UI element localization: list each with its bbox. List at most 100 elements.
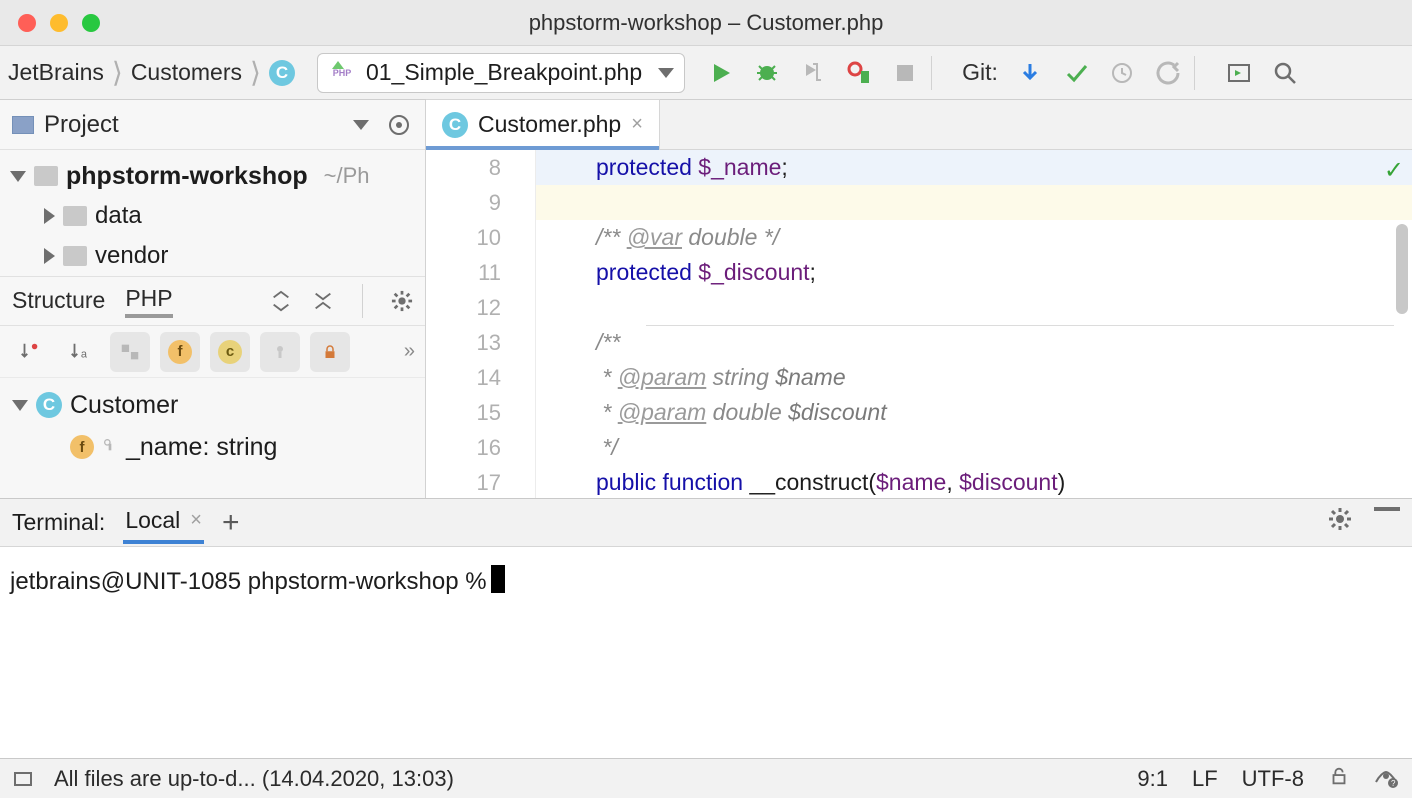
- terminal-settings-icon[interactable]: [1328, 507, 1352, 538]
- tree-row[interactable]: data: [0, 196, 425, 236]
- terminal-tab[interactable]: Local ×: [123, 501, 204, 544]
- tab-php[interactable]: PHP: [125, 285, 172, 318]
- window-controls: [0, 14, 100, 32]
- key-icon: [102, 437, 118, 458]
- editor-tab[interactable]: C Customer.php ×: [426, 99, 660, 149]
- project-tree[interactable]: phpstorm-workshop ~/Ph data vendor works…: [0, 150, 425, 276]
- rollback-button[interactable]: [1154, 59, 1182, 87]
- chevron-right-icon: ⟩: [248, 56, 263, 89]
- zoom-window-button[interactable]: [82, 14, 100, 32]
- editor-body[interactable]: 8 9 10 11 12 13 14 15 16 17 ✓ protected …: [426, 150, 1412, 498]
- project-icon: [12, 116, 34, 134]
- breadcrumb[interactable]: JetBrains ⟩ Customers ⟩ C: [8, 56, 295, 89]
- inspection-ok-icon[interactable]: ✓: [1384, 156, 1404, 185]
- file-encoding[interactable]: UTF-8: [1242, 766, 1304, 792]
- close-tab-icon[interactable]: ×: [631, 113, 643, 136]
- line-number[interactable]: 15: [426, 395, 501, 430]
- navigation-bar: JetBrains ⟩ Customers ⟩ C PHP 01_Simple_…: [0, 46, 1412, 100]
- hide-terminal-button[interactable]: [1374, 507, 1400, 511]
- sort-visibility-button[interactable]: a: [60, 332, 100, 372]
- structure-toolbar: a f c »: [0, 326, 425, 378]
- project-tool-header[interactable]: Project: [0, 100, 425, 150]
- line-number[interactable]: 13: [426, 325, 501, 360]
- notifications-icon[interactable]: ?: [1374, 764, 1398, 794]
- expand-all-icon[interactable]: [270, 290, 292, 312]
- tree-label: vendor: [95, 242, 168, 270]
- new-terminal-button[interactable]: +: [222, 506, 240, 540]
- structure-row-field[interactable]: f _name: string: [0, 426, 425, 468]
- stop-button[interactable]: [891, 59, 919, 87]
- structure-label: _name: string: [126, 433, 277, 462]
- line-number[interactable]: 16: [426, 430, 501, 465]
- structure-tool-header: Structure PHP: [0, 276, 425, 326]
- commit-button[interactable]: [1062, 59, 1090, 87]
- expand-icon[interactable]: [12, 400, 28, 411]
- terminal-title: Terminal:: [12, 509, 105, 536]
- line-number[interactable]: 12: [426, 290, 501, 325]
- structure-row-class[interactable]: C Customer: [0, 384, 425, 426]
- show-constants-button[interactable]: c: [210, 332, 250, 372]
- more-button[interactable]: »: [404, 340, 415, 363]
- line-separator[interactable]: LF: [1192, 766, 1218, 792]
- git-label: Git:: [962, 59, 998, 86]
- tool-window-toggle-icon[interactable]: [14, 772, 32, 786]
- structure-tree[interactable]: C Customer f _name: string: [0, 378, 425, 474]
- code-area[interactable]: ✓ protected $_name; /** @var double */ p…: [536, 150, 1412, 498]
- expand-icon[interactable]: [44, 208, 55, 224]
- gutter[interactable]: 8 9 10 11 12 13 14 15 16 17: [426, 150, 536, 498]
- line-number[interactable]: 11: [426, 255, 501, 290]
- divider: [931, 56, 932, 90]
- terminal-tool-window: Terminal: Local × + jetbrains@UNIT-1085 …: [0, 498, 1412, 758]
- tree-row-root[interactable]: phpstorm-workshop ~/Ph: [0, 156, 425, 196]
- run-button[interactable]: [707, 59, 735, 87]
- run-anything-button[interactable]: [1225, 59, 1253, 87]
- chevron-down-icon: [658, 68, 674, 78]
- close-window-button[interactable]: [18, 14, 36, 32]
- line-number[interactable]: 8: [426, 150, 501, 185]
- update-project-button[interactable]: [1016, 59, 1044, 87]
- coverage-button[interactable]: [799, 59, 827, 87]
- collapse-all-icon[interactable]: [312, 290, 334, 312]
- show-private-button[interactable]: [310, 332, 350, 372]
- chevron-down-icon[interactable]: [353, 120, 369, 130]
- chevron-right-icon: ⟩: [110, 56, 125, 89]
- show-methods-button[interactable]: f: [160, 332, 200, 372]
- sort-alpha-button[interactable]: [10, 332, 50, 372]
- select-opened-file-button[interactable]: [385, 111, 413, 139]
- line-number[interactable]: 17: [426, 465, 501, 500]
- profile-button[interactable]: [845, 59, 873, 87]
- line-number[interactable]: 9: [426, 185, 501, 220]
- debug-button[interactable]: [753, 59, 781, 87]
- editor-tabs: C Customer.php ×: [426, 100, 1412, 150]
- close-terminal-tab-icon[interactable]: ×: [190, 509, 202, 532]
- run-configuration-selector[interactable]: PHP 01_Simple_Breakpoint.php: [317, 53, 685, 93]
- structure-label: Customer: [70, 391, 178, 420]
- field-icon: f: [70, 435, 94, 459]
- tree-row[interactable]: vendor: [0, 236, 425, 276]
- breadcrumb-item[interactable]: JetBrains: [8, 59, 104, 86]
- terminal-body[interactable]: jetbrains@UNIT-1085 phpstorm-workshop %: [0, 547, 1412, 758]
- history-button[interactable]: [1108, 59, 1136, 87]
- status-message[interactable]: All files are up-to-d... (14.04.2020, 13…: [54, 766, 454, 792]
- caret-position[interactable]: 9:1: [1137, 766, 1168, 792]
- show-inherited-button[interactable]: [260, 332, 300, 372]
- expand-icon[interactable]: [10, 171, 26, 182]
- class-icon: C: [442, 112, 468, 138]
- class-icon: C: [269, 60, 295, 86]
- expand-icon[interactable]: [44, 248, 55, 264]
- search-everywhere-button[interactable]: [1271, 59, 1299, 87]
- line-number[interactable]: 10: [426, 220, 501, 255]
- class-icon: C: [36, 392, 62, 418]
- scrollbar-thumb[interactable]: [1396, 224, 1408, 314]
- folder-icon: [34, 166, 58, 186]
- settings-icon[interactable]: [391, 290, 413, 312]
- tab-structure[interactable]: Structure: [12, 287, 105, 316]
- tree-path: ~/Ph: [324, 163, 370, 189]
- show-fields-button[interactable]: [110, 332, 150, 372]
- method-separator: [646, 325, 1394, 326]
- minimize-window-button[interactable]: [50, 14, 68, 32]
- line-number[interactable]: 14: [426, 360, 501, 395]
- folder-icon: [63, 246, 87, 266]
- breadcrumb-item[interactable]: Customers: [131, 59, 242, 86]
- readonly-toggle-icon[interactable]: [1328, 765, 1350, 793]
